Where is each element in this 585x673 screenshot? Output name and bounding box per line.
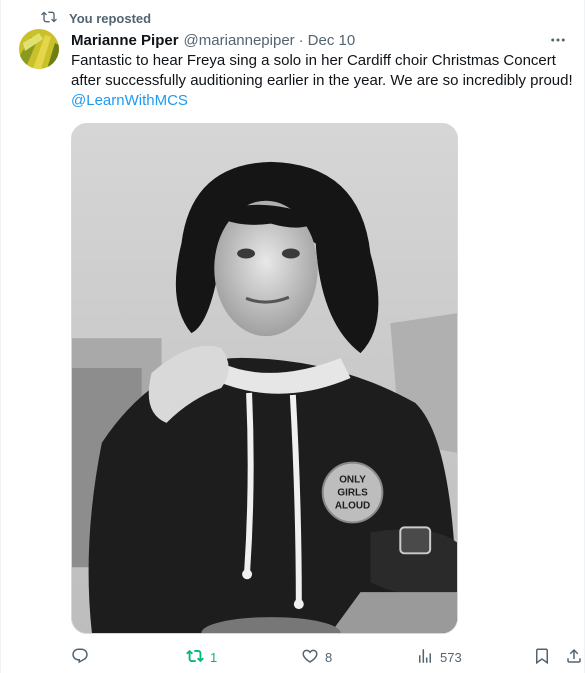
tweet-photo[interactable]: ONLY GIRLS ALOUD <box>71 123 458 634</box>
badge-line-1: ONLY <box>339 475 366 486</box>
repost-count: 1 <box>210 649 218 665</box>
repost-icon <box>41 9 57 28</box>
more-options-icon[interactable] <box>548 30 568 50</box>
repost-button[interactable]: 1 <box>186 645 217 669</box>
avatar[interactable] <box>19 29 59 69</box>
author-name[interactable]: Marianne Piper <box>71 32 179 49</box>
tweet-header: Marianne Piper @mariannepiper · Dec 10 <box>71 30 572 50</box>
views-button[interactable]: 573 <box>416 645 462 669</box>
like-count: 8 <box>325 649 333 665</box>
views-icon <box>416 647 434 668</box>
reply-icon <box>71 647 89 668</box>
tweet-card[interactable]: You reposted Marianne Piper @mariannepip… <box>0 0 585 673</box>
repost-icon <box>186 647 204 668</box>
tweet-body: Fantastic to hear Freya sing a solo in h… <box>71 52 573 89</box>
tweet-date[interactable]: Dec 10 <box>308 32 356 49</box>
badge-line-3: ALOUD <box>335 500 370 511</box>
author-handle[interactable]: @mariannepiper <box>184 32 295 49</box>
badge-line-2: GIRLS <box>337 488 368 499</box>
views-count: 573 <box>440 649 462 665</box>
repost-banner: You reposted <box>41 9 151 28</box>
reply-button[interactable] <box>71 645 95 669</box>
heart-icon <box>301 647 319 668</box>
mention-link[interactable]: @LearnWithMCS <box>71 92 188 109</box>
separator: · <box>298 31 304 49</box>
like-button[interactable]: 8 <box>301 645 332 669</box>
share-button[interactable] <box>565 645 583 669</box>
bookmark-icon <box>533 647 551 668</box>
bookmark-button[interactable] <box>533 645 551 669</box>
tweet-text: Fantastic to hear Freya sing a solo in h… <box>71 51 576 111</box>
action-bar: 1 8 573 <box>71 645 585 669</box>
repost-banner-label: You reposted <box>69 11 152 26</box>
share-icon <box>565 647 583 668</box>
